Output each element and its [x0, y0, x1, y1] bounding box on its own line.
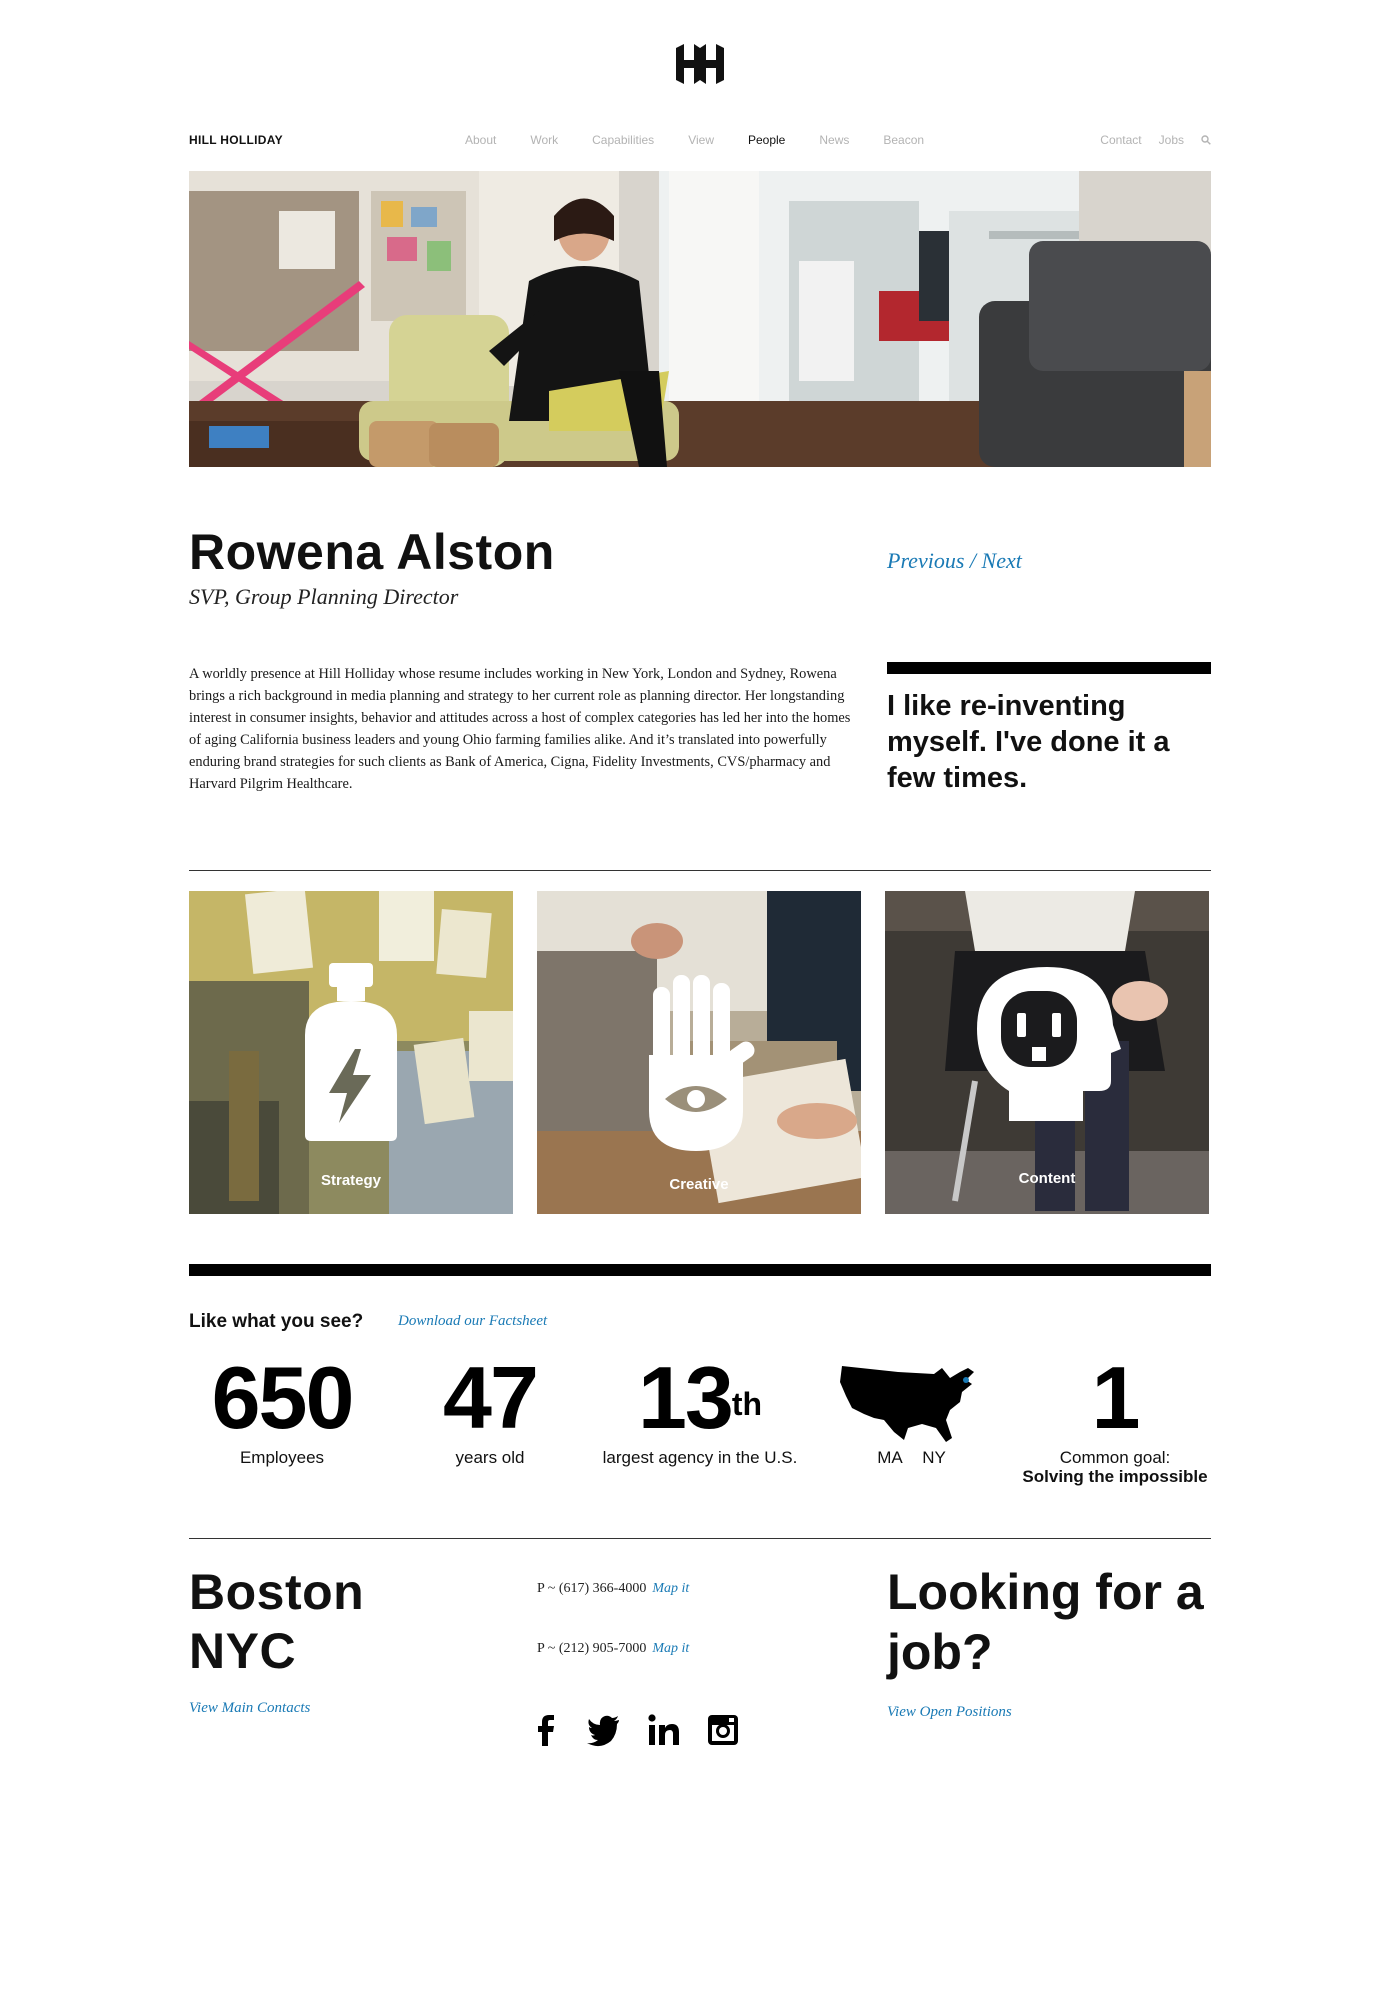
outlet-head-icon — [977, 967, 1121, 1121]
goal-label: Common goal: — [1059, 1448, 1171, 1467]
capability-tile-creative[interactable]: Creative — [537, 891, 861, 1214]
goal-sub: Solving the impossible — [1022, 1467, 1208, 1486]
lightning-bottle-icon — [305, 963, 397, 1141]
nav-beacon[interactable]: Beacon — [883, 133, 924, 147]
twitter-icon[interactable] — [586, 1712, 622, 1748]
hero-photo — [189, 171, 1211, 467]
brand-name[interactable]: HILL HOLLIDAY — [189, 133, 283, 147]
employees-number: 650 — [211, 1348, 355, 1447]
nav-jobs[interactable]: Jobs — [1159, 133, 1184, 147]
download-factsheet-link[interactable]: Download our Factsheet — [398, 1313, 547, 1330]
nav-about[interactable]: About — [465, 133, 496, 147]
person-title: SVP, Group Planning Director — [189, 584, 459, 609]
view-open-positions-link[interactable]: View Open Positions — [887, 1704, 1012, 1721]
map-it-link[interactable]: Map it — [652, 1581, 689, 1596]
hh-logo-icon[interactable] — [672, 42, 728, 86]
nav-view[interactable]: View — [688, 133, 714, 147]
person-name: Rowena Alston — [189, 524, 555, 580]
tile-label-creative: Creative — [669, 1176, 729, 1193]
linkedin-icon[interactable] — [646, 1712, 682, 1748]
rank-suffix: th — [731, 1386, 763, 1422]
search-icon[interactable] — [1201, 135, 1211, 145]
tile-label-content: Content — [1018, 1170, 1076, 1187]
facebook-icon[interactable] — [528, 1712, 564, 1748]
view-main-contacts-link[interactable]: View Main Contacts — [189, 1700, 310, 1717]
years-label: years old — [455, 1448, 525, 1467]
facts-heading: Like what you see? — [189, 1311, 364, 1332]
main-nav: HILL HOLLIDAY About Work Capabilities Vi… — [189, 130, 1211, 152]
previous-link[interactable]: Previous — [887, 548, 964, 573]
phone-number[interactable]: P ~ (212) 905-7000 — [537, 1641, 646, 1656]
nav-capabilities[interactable]: Capabilities — [592, 133, 654, 147]
person-bio: A worldly presence at Hill Holliday whos… — [189, 666, 851, 792]
city-boston: Boston — [189, 1564, 365, 1620]
rank-number: 13th — [600, 1348, 800, 1448]
person-quote: I like re-inventing myself. I've done it… — [887, 690, 1170, 794]
location-ny: NY — [922, 1448, 946, 1467]
quote-bar — [887, 662, 1211, 674]
phone-row-nyc: P ~ (212) 905-7000 Map it — [537, 1641, 689, 1657]
hand-eye-icon — [649, 975, 755, 1151]
capability-tile-content[interactable]: Content — [885, 891, 1209, 1214]
employees-label: Employees — [239, 1448, 325, 1467]
city-nyc: NYC — [189, 1623, 297, 1679]
map-it-link[interactable]: Map it — [652, 1641, 689, 1656]
location-ma: MA — [877, 1448, 903, 1467]
nav-contact[interactable]: Contact — [1100, 133, 1141, 147]
job-heading: Looking for a job? — [887, 1564, 1204, 1680]
nav-links: About Work Capabilities View People News… — [465, 133, 924, 147]
section-bar — [189, 1264, 1211, 1276]
capability-tile-strategy[interactable]: Strategy — [189, 891, 513, 1214]
nav-right: Contact Jobs — [1100, 133, 1211, 147]
usa-map-icon — [840, 1366, 974, 1442]
rank-value: 13 — [637, 1348, 734, 1447]
prev-next-nav: Previous / Next — [887, 548, 1022, 574]
rank-label: largest agency in the U.S. — [602, 1448, 798, 1467]
years-number: 47 — [443, 1348, 539, 1447]
tile-label-strategy: Strategy — [320, 1172, 382, 1189]
prev-next-separator: / — [964, 548, 982, 573]
goal-number: 1 — [1091, 1348, 1141, 1447]
nav-people[interactable]: People — [748, 133, 785, 147]
divider — [189, 870, 1211, 871]
divider — [189, 1538, 1211, 1539]
phone-number[interactable]: P ~ (617) 366-4000 — [537, 1581, 646, 1596]
instagram-icon[interactable] — [705, 1712, 741, 1748]
next-link[interactable]: Next — [982, 548, 1022, 573]
nav-work[interactable]: Work — [530, 133, 558, 147]
phone-row-boston: P ~ (617) 366-4000 Map it — [537, 1581, 689, 1597]
nav-news[interactable]: News — [819, 133, 849, 147]
